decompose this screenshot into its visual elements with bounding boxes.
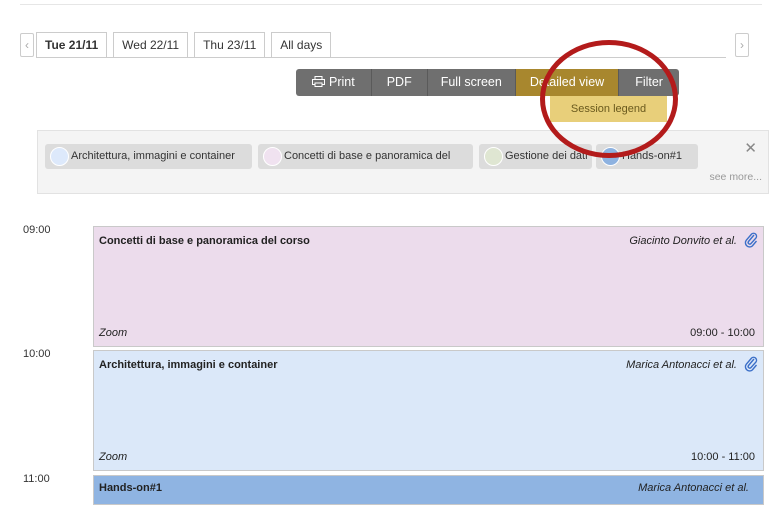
see-more-link[interactable]: see more... (709, 171, 762, 183)
tab-all-days[interactable]: All days (271, 32, 332, 58)
attachment-icon[interactable] (744, 232, 758, 248)
print-button[interactable]: Print (296, 69, 372, 96)
full-screen-button[interactable]: Full screen (427, 69, 516, 96)
highlight-circle (540, 40, 678, 158)
legend-chip-label: Gestione dei dati (505, 150, 588, 162)
session-title: Architettura, immagini e container (99, 359, 278, 371)
tab-wed-22-11[interactable]: Wed 22/11 (113, 32, 189, 58)
session-speaker: Marica Antonacci et al. (626, 359, 737, 371)
session-color-dot (484, 147, 503, 166)
legend-chip-architettura[interactable]: Architettura, immagini e container (45, 144, 252, 169)
session-color-dot (263, 147, 282, 166)
pdf-button[interactable]: PDF (371, 69, 428, 96)
time-label: 10:00 (23, 348, 51, 360)
print-label: Print (329, 75, 355, 89)
attachment-icon[interactable] (744, 356, 758, 372)
close-icon[interactable]: ✕ (744, 139, 757, 157)
session-title: Concetti di base e panoramica del corso (99, 235, 310, 247)
top-divider (20, 4, 762, 5)
next-day-arrow[interactable]: › (735, 33, 749, 57)
session-time-range: 10:00 - 11:00 (690, 451, 755, 463)
day-tabs: Tue 21/11 Wed 22/11 Thu 23/11 All days (36, 32, 337, 58)
legend-chip-concetti[interactable]: Concetti di base e panoramica del (258, 144, 473, 169)
time-label: 11:00 (23, 473, 50, 485)
tab-thu-23-11[interactable]: Thu 23/11 (194, 32, 266, 58)
session-speaker: Giacinto Donvito et al. (629, 235, 737, 247)
session-time-range: 09:00 - 10:00 (690, 327, 755, 339)
session-color-dot (50, 147, 69, 166)
session-block[interactable]: Architettura, immagini e container Maric… (93, 350, 764, 471)
tab-tue-21-11[interactable]: Tue 21/11 (36, 32, 108, 58)
session-title: Hands-on#1 (99, 482, 162, 494)
time-label: 09:00 (23, 224, 51, 236)
session-room: Zoom (99, 451, 128, 463)
legend-chip-label: Architettura, immagini e container (71, 150, 235, 162)
session-speaker: Marica Antonacci et al. (638, 482, 749, 494)
session-room: Zoom (99, 327, 128, 339)
session-legend-panel: Architettura, immagini e container Conce… (37, 130, 769, 194)
printer-icon (312, 76, 325, 87)
session-block[interactable]: Concetti di base e panoramica del corso … (93, 226, 764, 347)
prev-day-arrow[interactable]: ‹ (20, 33, 34, 57)
legend-chip-label: Concetti di base e panoramica del (284, 150, 451, 162)
session-block[interactable]: Hands-on#1 Marica Antonacci et al. (93, 475, 764, 505)
